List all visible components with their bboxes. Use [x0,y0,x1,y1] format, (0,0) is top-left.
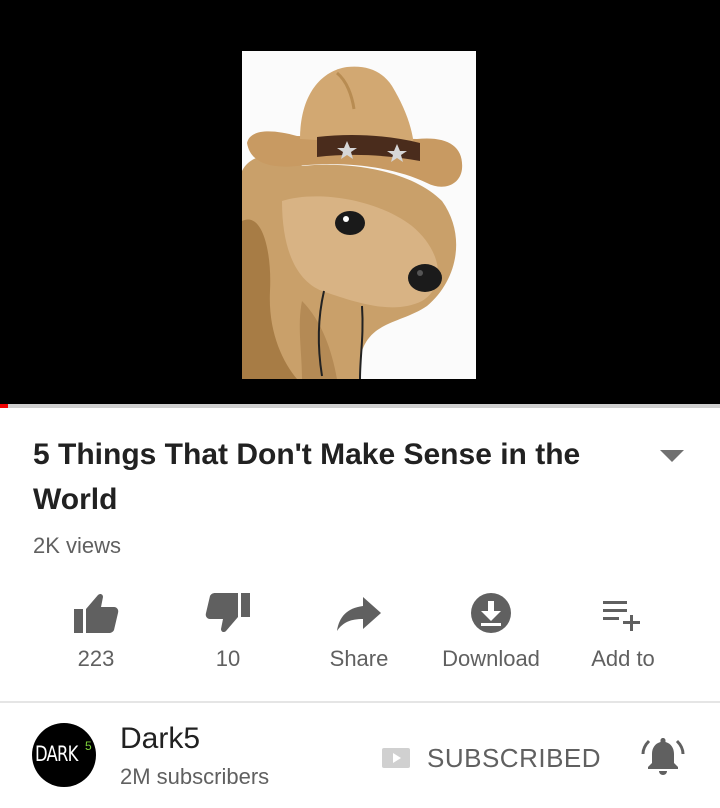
bell-ringing-icon [641,738,685,775]
add-to-playlist-icon [603,601,640,631]
thumbs-down-icon [205,593,250,633]
channel-name[interactable]: Dark5 [120,722,200,756]
add-to-button[interactable]: Add to [557,585,689,685]
download-label: Download [442,646,540,671]
video-frame-image [242,51,476,379]
add-to-label: Add to [591,646,655,671]
share-button[interactable]: Share [293,585,425,685]
like-button[interactable]: 223 [30,585,162,685]
dog-in-cowboy-hat-image [242,51,476,379]
share-icon [337,597,381,631]
video-progress-bar[interactable] [0,404,720,408]
avatar-logo-text: DARK [35,742,78,766]
download-icon [471,593,511,633]
expand-description-button[interactable] [658,446,686,466]
dislike-count: 10 [215,646,241,671]
subscribed-button[interactable]: SUBSCRIBED [382,738,601,778]
thumbs-up-icon [74,593,119,633]
notification-bell-button[interactable] [640,733,686,779]
like-count: 223 [77,646,115,671]
avatar-logo-number: 5 [85,739,92,753]
section-divider [0,701,720,703]
subscribed-label: SUBSCRIBED [427,742,602,773]
view-count: 2K views [33,533,122,558]
channel-avatar[interactable]: DARK 5 [32,723,96,787]
video-player[interactable] [0,0,720,404]
dislike-button[interactable]: 10 [162,585,294,685]
action-bar: 223 10 Share Download Add to [0,585,720,685]
subscriber-count: 2M subscribers [120,764,270,789]
chevron-down-icon [660,450,684,462]
share-label: Share [329,646,389,671]
youtube-play-icon [382,748,410,768]
video-title: 5 Things That Don't Make Sense in the Wo… [33,438,581,516]
video-progress-fill [0,404,8,408]
download-button[interactable]: Download [425,585,557,685]
